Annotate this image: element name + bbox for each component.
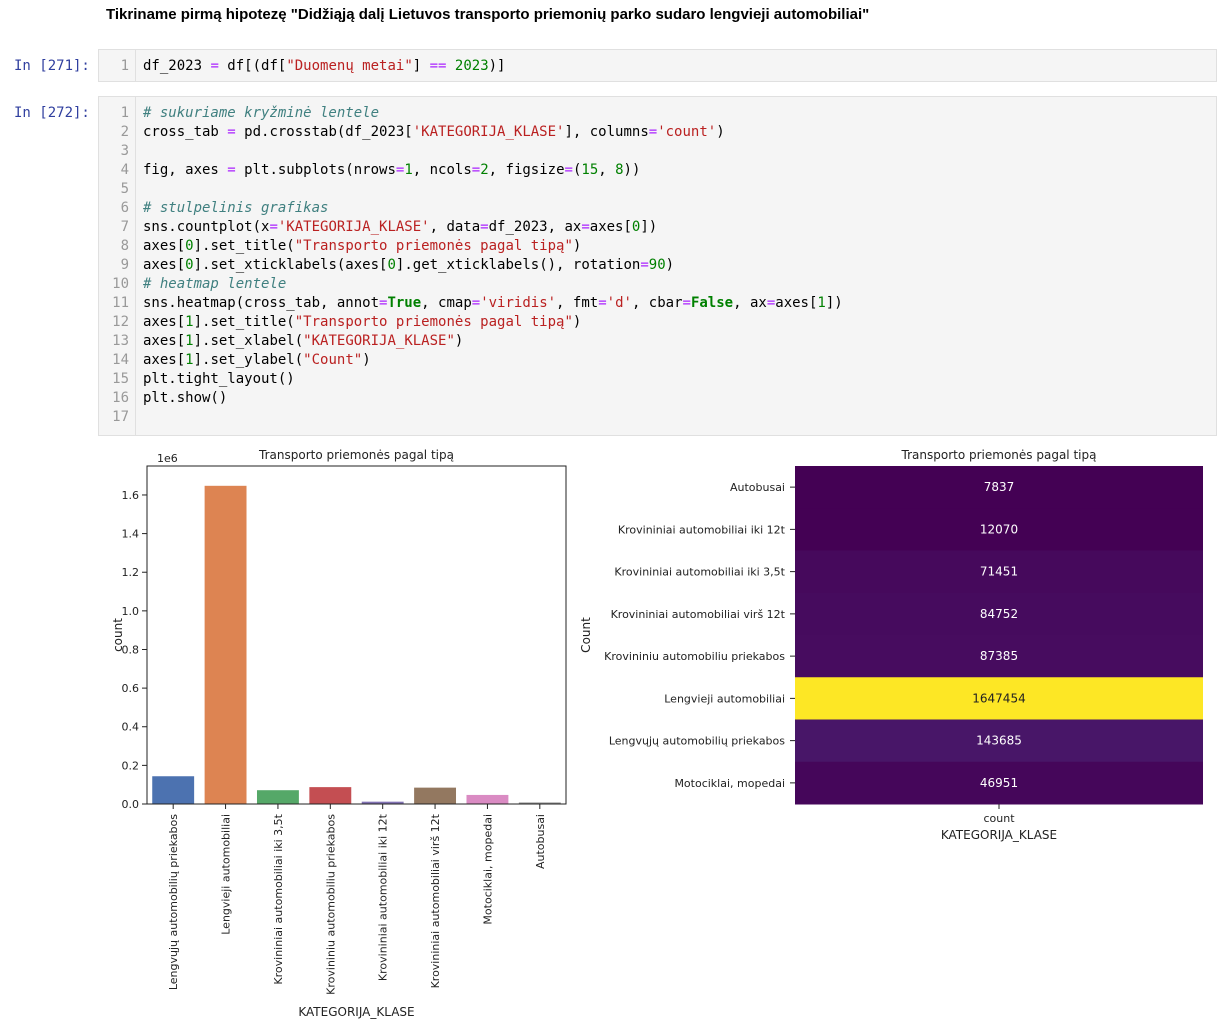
heatmap-row-label: Autobusai (730, 481, 785, 494)
heatmap-y-label: Count (579, 617, 593, 653)
line-number: 12 (112, 314, 129, 330)
heatmap-cell-value: 12070 (980, 522, 1018, 536)
x-tick-label: Autobusai (534, 814, 547, 869)
heatmap-row-label: Krovininiai automobiliai virš 12t (611, 608, 786, 621)
line-number: 3 (120, 143, 129, 159)
code-text[interactable]: sns.countplot(x='KATEGORIJA_KLASE', data… (143, 218, 657, 237)
line-number: 15 (112, 371, 129, 387)
bar (204, 485, 247, 804)
line-number: 7 (120, 219, 129, 235)
heatmap-x-label: KATEGORIJA_KLASE (941, 828, 1057, 842)
heatmap-cell-value: 7837 (984, 480, 1015, 494)
y-tick-label: 1.2 (122, 566, 140, 579)
code-cell-271[interactable]: 1 df_2023 = df[(df["Duomenų metai"] == 20… (98, 49, 1217, 82)
code-text[interactable]: # sukuriame kryžminė lentele (143, 104, 379, 123)
line-number: 1 (120, 58, 129, 74)
line-number: 6 (120, 200, 129, 216)
code-text[interactable]: axes[1].set_ylabel("Count") (143, 351, 371, 370)
heatmap-row-label: Lengvųjų automobilių priekabos (609, 735, 785, 748)
bar-chart-y-label: count (111, 618, 125, 652)
heatmap-row-label: Lengvieji automobiliai (664, 692, 785, 705)
heatmap-cell-value: 143685 (976, 734, 1022, 748)
heatmap-cell-value: 1647454 (972, 691, 1025, 705)
heatmap-cell-value: 84752 (980, 607, 1018, 621)
code-text[interactable]: plt.tight_layout() (143, 370, 295, 389)
line-number: 11 (112, 295, 129, 311)
line-number: 17 (112, 409, 129, 425)
y-tick-label: 0.2 (122, 759, 140, 772)
code-text[interactable]: df_2023 = df[(df["Duomenų metai"] == 202… (143, 57, 505, 76)
line-number: 8 (120, 238, 129, 254)
line-number: 5 (120, 181, 129, 197)
line-number: 1 (120, 105, 129, 121)
code-text[interactable]: sns.heatmap(cross_tab, annot=True, cmap=… (143, 294, 843, 313)
line-number: 9 (120, 257, 129, 273)
code-text[interactable]: # stulpelinis grafikas (143, 199, 328, 218)
y-tick-label: 0.0 (122, 798, 140, 811)
line-number: 14 (112, 352, 129, 368)
bar-chart-x-label: KATEGORIJA_KLASE (298, 1005, 414, 1019)
markdown-heading: Tikriname pirmą hipotezę "Didžiąją dalį … (106, 6, 870, 23)
line-number: 10 (112, 276, 129, 292)
y-offset-label: 1e6 (157, 452, 178, 465)
code-text[interactable]: axes[1].set_xlabel("KATEGORIJA_KLASE") (143, 332, 463, 351)
bar-chart-title: Transporto priemonės pagal tipą (258, 448, 454, 462)
x-tick-label: Krovininiai automobiliai iki 12t (377, 813, 390, 981)
bar (152, 776, 195, 804)
bar (256, 790, 299, 804)
cell-prompt-272: In [272]: (14, 105, 90, 121)
heatmap-row-label: Krovininiai automobiliai iki 12t (618, 523, 786, 536)
x-tick-label: Krovininiai automobiliai virš 12t (429, 813, 442, 988)
x-tick-label: Lengvųjų automobilių priekabos (167, 814, 180, 990)
y-tick-label: 1.6 (122, 489, 140, 502)
line-number: 2 (120, 124, 129, 140)
bar (466, 794, 509, 804)
x-tick-label: Krovininiu automobiliu priekabos (324, 814, 337, 995)
code-text[interactable]: plt.show() (143, 389, 227, 408)
line-number: 4 (120, 162, 129, 178)
y-tick-label: 0.6 (122, 682, 140, 695)
heatmap-column-label: count (983, 812, 1015, 825)
heatmap-row-label: Motociklai, mopedai (674, 777, 785, 790)
heatmap-title: Transporto priemonės pagal tipą (901, 448, 1097, 462)
cell-output-figure: Transporto priemonės pagal tipą 1e6 0.0 0.2… (111, 448, 1203, 1019)
code-text[interactable]: axes[0].set_title("Transporto priemonės … (143, 237, 581, 256)
heatmap-cell-value: 71451 (980, 565, 1018, 579)
y-tick-label: 1.0 (122, 605, 140, 618)
bar (309, 787, 352, 804)
heatmap-row-label: Krovininiu automobiliu priekabos (604, 650, 785, 663)
y-tick-label: 0.4 (122, 721, 140, 734)
x-tick-label: Lengvieji automobiliai (220, 814, 233, 935)
heatmap-row-label: Krovininiai automobiliai iki 3,5t (614, 566, 785, 579)
code-text[interactable]: cross_tab = pd.crosstab(df_2023['KATEGOR… (143, 123, 725, 142)
code-text[interactable]: axes[1].set_title("Transporto priemonės … (143, 313, 581, 332)
y-tick-label: 1.4 (122, 528, 140, 541)
code-text[interactable]: # heatmap lentele (143, 275, 286, 294)
cell-prompt-271: In [271]: (14, 58, 90, 74)
heatmap-cell-value: 46951 (980, 776, 1018, 790)
line-number: 13 (112, 333, 129, 349)
x-tick-label: Motociklai, mopedai (481, 814, 494, 925)
code-cell-272[interactable]: 1 # sukuriame kryžminė lentele 2 cross_tab … (98, 96, 1217, 436)
line-number: 16 (112, 390, 129, 406)
bar (414, 787, 457, 804)
x-tick-label: Krovininiai automobiliai iki 3,5t (272, 813, 285, 984)
heatmap-cell-value: 87385 (980, 649, 1018, 663)
code-text[interactable]: fig, axes = plt.subplots(nrows=1, ncols=… (143, 161, 640, 180)
code-text[interactable]: axes[0].set_xticklabels(axes[0].get_xtic… (143, 256, 674, 275)
